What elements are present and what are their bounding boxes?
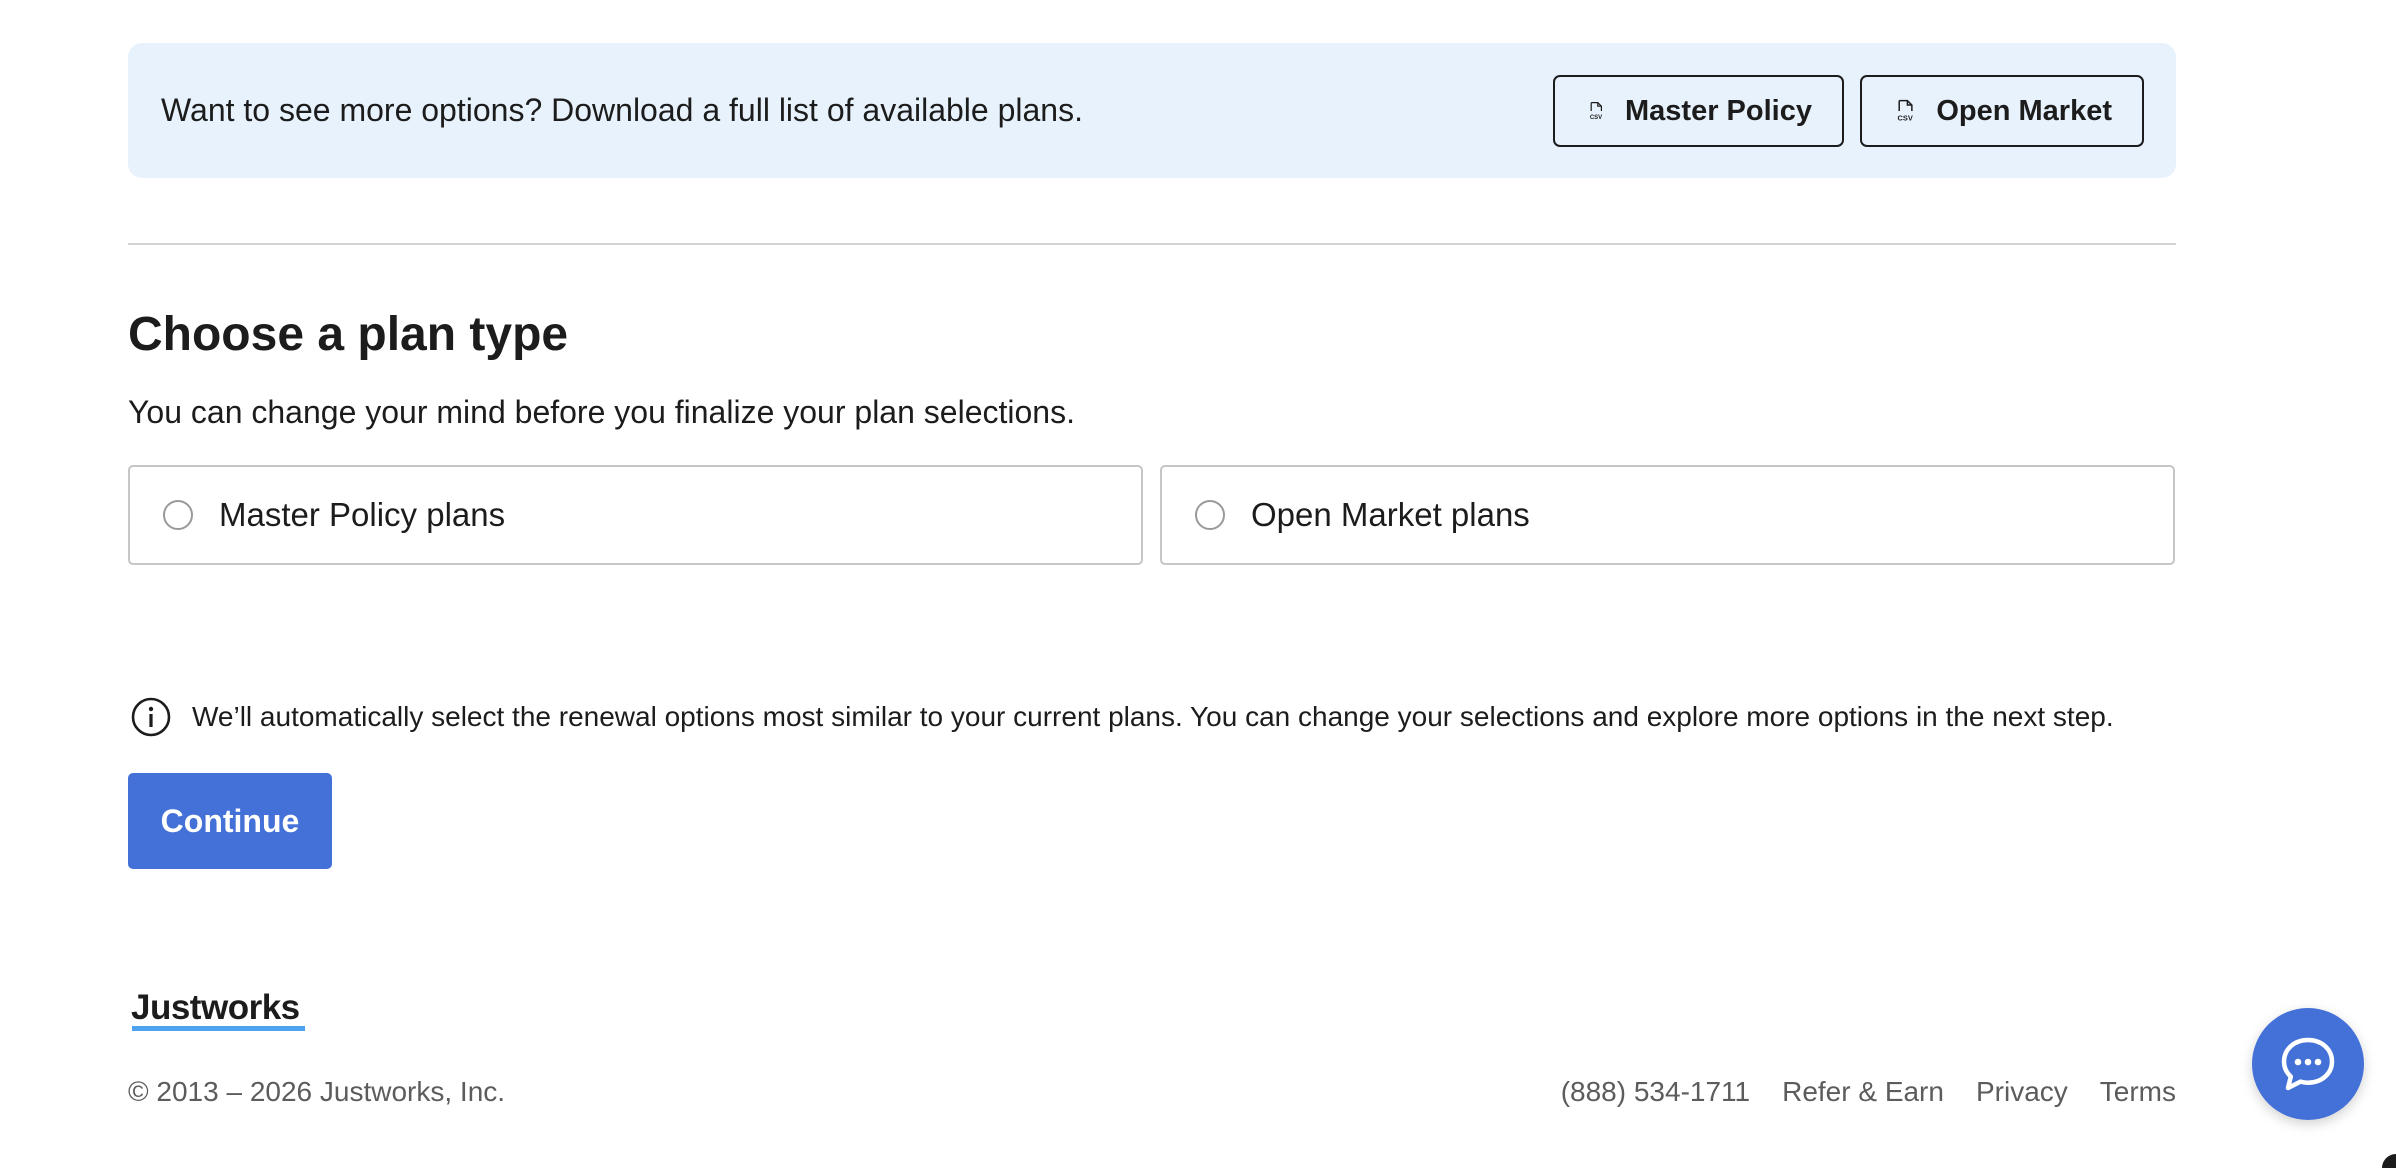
svg-text:CSV: CSV (1898, 114, 1913, 123)
footer-refer-earn-link[interactable]: Refer & Earn (1782, 1072, 1944, 1112)
plan-section-subtitle: You can change your mind before you fina… (128, 394, 1075, 430)
open-market-button-label: Open Market (1936, 94, 2112, 127)
master-policy-plans-option[interactable]: Master Policy plans (128, 465, 1143, 565)
download-open-market-button[interactable]: CSV Open Market (1860, 75, 2144, 147)
master-policy-button-label: Master Policy (1625, 94, 1812, 127)
renewal-info-note: We’ll automatically select the renewal o… (130, 694, 2114, 740)
info-note-text: We’ll automatically select the renewal o… (192, 701, 2114, 732)
footer-phone-link[interactable]: (888) 534-1711 (1561, 1072, 1750, 1112)
open-market-plans-label: Open Market plans (1251, 496, 1530, 533)
chat-button[interactable] (2252, 1008, 2364, 1120)
open-market-radio[interactable] (1195, 500, 1225, 530)
download-master-policy-button[interactable]: CSV Master Policy (1553, 75, 1844, 147)
page-title: Choose a plan type (128, 308, 569, 361)
banner-text: Want to see more options? Download a ful… (161, 92, 1083, 128)
info-icon (131, 697, 171, 737)
master-policy-radio[interactable] (163, 500, 193, 530)
svg-text:CSV: CSV (1590, 115, 1602, 121)
logo-underline (132, 1026, 305, 1031)
csv-file-icon: CSV (1590, 101, 1602, 121)
continue-button[interactable]: Continue (128, 773, 332, 869)
section-divider (128, 243, 2176, 245)
footer-privacy-link[interactable]: Privacy (1976, 1072, 2068, 1112)
copyright-text: © 2013 – 2026 Justworks, Inc. (128, 1076, 506, 1107)
footer-terms-link[interactable]: Terms (2100, 1072, 2176, 1112)
window-corner (2382, 1154, 2396, 1168)
master-policy-plans-label: Master Policy plans (219, 496, 506, 533)
page: Want to see more options? Download a ful… (0, 0, 2396, 1168)
chat-bubble-icon (2281, 1037, 2335, 1091)
footer-links: (888) 534-1711 Refer & Earn Privacy Term… (1561, 1072, 2176, 1112)
justworks-logo[interactable]: Justworks (131, 988, 300, 1028)
csv-file-icon: CSV (1898, 99, 1913, 123)
open-market-plans-option[interactable]: Open Market plans (1160, 465, 2175, 565)
download-plans-banner: Want to see more options? Download a ful… (128, 43, 2176, 178)
